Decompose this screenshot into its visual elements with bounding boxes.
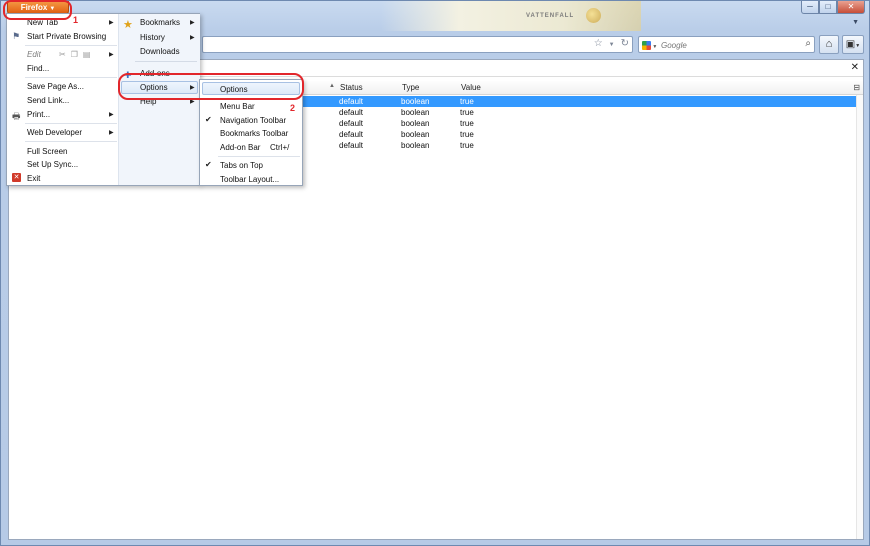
menu-item-set-up-sync[interactable]: Set Up Sync... [27, 160, 78, 169]
annotation-number-1: 1 [73, 15, 79, 25]
submenu-item-tabs-on-top[interactable]: Tabs on Top [220, 161, 263, 170]
menu-separator [218, 156, 300, 157]
menu-item-save-page[interactable]: Save Page As... [27, 82, 84, 91]
annotation-highlight-1 [3, 0, 72, 20]
submenu-arrow-icon: ▶ [109, 112, 114, 118]
row-value: true [460, 108, 474, 117]
menu-separator [25, 77, 117, 78]
vertical-scrollbar[interactable] [856, 95, 863, 539]
row-status: default [339, 97, 364, 106]
row-value: true [460, 119, 474, 128]
exit-icon: ✕ [12, 173, 21, 182]
menu-item-downloads[interactable]: Downloads [140, 47, 180, 56]
checkmark-icon: ✔ [205, 160, 212, 169]
checkmark-icon: ✔ [205, 115, 212, 124]
persona-background [381, 1, 641, 31]
home-icon: ⌂ [825, 38, 833, 50]
row-status: default [339, 119, 364, 128]
brand-logo-icon [586, 8, 601, 23]
menu-separator [25, 141, 117, 142]
row-type: boolean [401, 130, 430, 139]
bookmarks-menu-icon: ▣ [845, 39, 856, 50]
column-value[interactable]: Value [461, 83, 481, 92]
home-button[interactable]: ⌂ [819, 35, 839, 54]
clear-filter-icon[interactable]: ✕ [851, 62, 859, 73]
url-bar-icons: ☆ ▼ ↻ [594, 38, 629, 52]
addon-bar-shortcut: Ctrl+/ [270, 143, 290, 152]
paste-icon: ▤ [82, 50, 91, 59]
menu-separator [25, 123, 117, 124]
close-button[interactable]: ✕ [837, 1, 865, 14]
submenu-arrow-icon: ▶ [190, 35, 195, 41]
column-picker-icon[interactable]: ⊟ [853, 83, 860, 92]
dropdown-icon[interactable]: ▼ [609, 38, 615, 52]
menu-item-history[interactable]: History [140, 33, 165, 42]
reload-icon[interactable]: ↻ [621, 38, 629, 52]
menu-item-send-link[interactable]: Send Link... [27, 96, 69, 105]
bookmarks-menu-button[interactable]: ▣▼ [842, 35, 864, 54]
row-value: true [460, 141, 474, 150]
row-type: boolean [401, 141, 430, 150]
row-type: boolean [401, 119, 430, 128]
submenu-arrow-icon: ▶ [190, 20, 195, 26]
row-type: boolean [401, 97, 430, 106]
chevron-down-icon: ▼ [855, 43, 861, 49]
search-icon[interactable]: ⌕ [805, 38, 811, 49]
row-value: true [460, 97, 474, 106]
column-status[interactable]: Status [340, 83, 363, 92]
search-input[interactable] [661, 38, 801, 52]
edit-icons: ✂ ❐ ▤ [59, 50, 90, 59]
menu-left-column: New Tab ▶ ⚑ Start Private Browsing Edit … [7, 14, 119, 185]
row-status: default [339, 130, 364, 139]
column-type[interactable]: Type [402, 83, 419, 92]
menu-item-private-browsing[interactable]: Start Private Browsing [27, 32, 106, 41]
brand-text: VATTENFALL [526, 13, 575, 19]
menu-item-bookmarks[interactable]: Bookmarks [140, 18, 180, 27]
submenu-item-bookmarks-toolbar[interactable]: Bookmarks Toolbar [220, 129, 288, 138]
private-browsing-icon: ⚑ [12, 31, 21, 41]
window-controls: ─ □ ✕ [801, 1, 865, 14]
menu-item-find[interactable]: Find... [27, 64, 49, 73]
annotation-number-2: 2 [290, 103, 296, 113]
search-bar[interactable]: ▼ ⌕ [638, 36, 815, 53]
submenu-item-toolbar-layout[interactable]: Toolbar Layout... [220, 175, 279, 184]
row-status: default [339, 108, 364, 117]
cut-icon: ✂ [59, 50, 66, 59]
printer-icon: 🖶 [12, 111, 21, 121]
annotation-highlight-2 [118, 73, 304, 100]
submenu-arrow-icon: ▶ [109, 52, 114, 58]
bookmark-star-icon[interactable]: ☆ [594, 38, 603, 52]
maximize-button[interactable]: □ [819, 1, 837, 14]
submenu-item-navigation-toolbar[interactable]: Navigation Toolbar [220, 116, 286, 125]
sort-ascending-icon: ▲ [329, 83, 335, 89]
menu-separator [25, 45, 117, 46]
menu-item-exit[interactable]: Exit [27, 174, 40, 183]
menu-separator [135, 61, 197, 62]
menu-item-full-screen[interactable]: Full Screen [27, 147, 67, 156]
submenu-item-menu-bar[interactable]: Menu Bar [220, 102, 255, 111]
google-icon [642, 41, 651, 51]
minimize-button[interactable]: ─ [801, 1, 819, 14]
bookmarks-star-icon: ★ [123, 19, 133, 31]
menu-item-edit: Edit [27, 50, 41, 59]
submenu-item-addon-bar[interactable]: Add-on Bar [220, 143, 260, 152]
row-value: true [460, 130, 474, 139]
search-engine-selector[interactable]: ▼ [642, 39, 658, 51]
submenu-arrow-icon: ▶ [109, 20, 114, 26]
row-type: boolean [401, 108, 430, 117]
menu-item-web-developer[interactable]: Web Developer [27, 128, 82, 137]
menu-item-print[interactable]: Print... [27, 110, 50, 119]
submenu-arrow-icon: ▶ [109, 130, 114, 136]
row-status: default [339, 141, 364, 150]
copy-icon: ❐ [70, 50, 78, 59]
chevron-down-icon: ▼ [651, 44, 658, 50]
tab-list-icon[interactable]: ▼ [852, 19, 859, 26]
url-bar[interactable]: ☆ ▼ ↻ [202, 36, 633, 53]
